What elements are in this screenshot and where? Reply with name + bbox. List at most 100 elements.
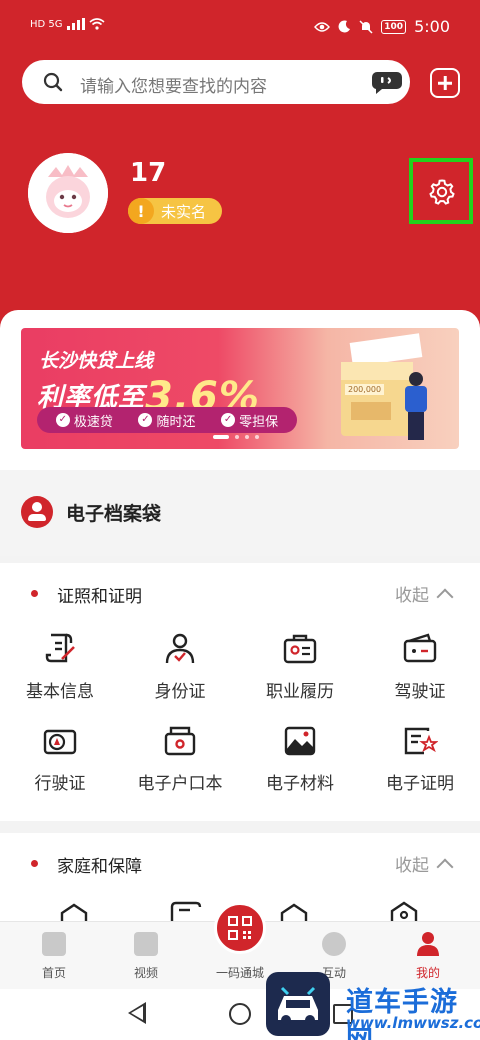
family-home-icon[interactable]	[280, 903, 308, 923]
clock: 5:00	[414, 17, 450, 36]
id-person-icon	[165, 633, 195, 664]
grid-item-basic-info[interactable]: 基本信息	[0, 631, 120, 711]
settings-button[interactable]	[409, 158, 473, 224]
family-card-icon[interactable]	[170, 901, 202, 923]
grid-item-vehicle-license[interactable]: 行驶证	[0, 723, 120, 803]
certificates-title: 证照和证明	[57, 587, 142, 607]
watermark-url: www.lmwwsz.com	[346, 1014, 480, 1032]
grid-item-label: 身份证	[154, 682, 206, 702]
banner-person-illustration	[403, 372, 429, 442]
certificates-panel: 证照和证明 收起 基本信息 身份证 职业履历 驾驶证 行驶证 电子户口本 电子材…	[0, 563, 480, 821]
grid-item-label: 驾驶证	[394, 682, 446, 702]
document-pen-icon	[45, 633, 75, 663]
tab-label: 首页	[41, 966, 66, 980]
battery-indicator: 100	[381, 19, 407, 34]
career-badge-icon	[283, 634, 317, 664]
verify-badge-label: 未实名	[161, 202, 207, 221]
pager-dot-active	[213, 435, 229, 439]
grid-item-label: 电子材料	[266, 774, 334, 794]
qr-code-icon	[228, 916, 252, 940]
certificate-icon	[404, 727, 438, 755]
grid-item-driver-license[interactable]: 驾驶证	[360, 631, 480, 711]
mascot-avatar-icon	[28, 153, 108, 233]
certificates-header: 证照和证明 收起	[0, 581, 480, 607]
banner-box-number: 200,000	[345, 384, 385, 395]
section-dot	[31, 590, 38, 597]
check-icon: ✓	[55, 413, 70, 427]
section-dot	[31, 860, 38, 867]
status-right: 100 5:00	[314, 17, 450, 36]
grid-item-materials[interactable]: 电子材料	[240, 723, 360, 803]
signal-icon	[66, 18, 85, 30]
search-placeholder: 请输入您想要查找的内容	[80, 77, 267, 97]
vehicle-license-icon	[43, 729, 77, 755]
driver-license-icon	[403, 633, 437, 663]
banner-feature-label: 随时还	[156, 414, 196, 430]
tab-label: 我的	[415, 966, 440, 980]
banner-feature: ✓ 随时还	[138, 411, 195, 430]
grid-item-label: 职业履历	[266, 682, 334, 702]
video-icon	[134, 932, 158, 956]
home-circle-icon[interactable]	[229, 1003, 251, 1025]
archive-title: 电子档案袋	[66, 503, 162, 525]
voice-assistant-icon[interactable]	[371, 69, 403, 95]
archive-header: 电子档案袋	[0, 470, 480, 556]
chevron-up-icon	[436, 588, 454, 605]
check-icon: ✓	[221, 413, 236, 427]
grid-item-label: 基本信息	[26, 682, 94, 702]
user-name: 17	[130, 158, 167, 188]
family-shield-icon[interactable]	[390, 901, 418, 923]
tab-video[interactable]: 视频	[98, 922, 194, 990]
pager-dot	[245, 435, 249, 439]
collapse-label: 收起	[395, 856, 429, 876]
mute-bell-icon	[359, 19, 373, 34]
promo-banner[interactable]: 长沙快贷上线 利率低至3.6% ✓ 极速贷 ✓ 随时还 ✓ 零担保 200,000	[21, 328, 459, 449]
qr-code-button[interactable]	[214, 902, 266, 954]
grid-item-id-card[interactable]: 身份证	[120, 631, 240, 711]
banner-features: ✓ 极速贷 ✓ 随时还 ✓ 零担保	[37, 407, 297, 433]
tab-home[interactable]: 首页	[6, 922, 102, 990]
household-book-icon	[164, 726, 196, 756]
collapse-button[interactable]: 收起	[395, 581, 454, 606]
banner-feature: ✓ 零担保	[221, 411, 278, 430]
chevron-up-icon	[436, 858, 454, 875]
pager-dot	[235, 435, 239, 439]
grid-item-label: 电子户口本	[137, 774, 223, 794]
tab-label: 视频	[133, 966, 158, 980]
grid-item-label: 行驶证	[34, 774, 86, 794]
home-icon	[42, 932, 66, 956]
wifi-icon	[88, 18, 105, 30]
gear-icon	[429, 179, 455, 205]
status-bar: HD 5G 100 5:00	[0, 0, 480, 56]
banner-feature-label: 零担保	[239, 414, 279, 430]
search-bar[interactable]: 请输入您想要查找的内容	[22, 60, 410, 104]
collapse-label: 收起	[395, 586, 429, 606]
eye-icon	[314, 21, 331, 32]
banner-box-slot	[351, 402, 391, 420]
avatar[interactable]	[28, 153, 108, 233]
grid-item-certificate[interactable]: 电子证明	[360, 723, 480, 803]
user-icon	[417, 932, 439, 956]
family-envelope-icon[interactable]	[60, 903, 88, 923]
grid-item-label: 电子证明	[386, 774, 454, 794]
verify-badge[interactable]: ! 未实名	[128, 198, 222, 224]
back-icon[interactable]	[128, 1002, 146, 1024]
collapse-button[interactable]: 收起	[395, 851, 454, 876]
watermark-logo	[266, 972, 330, 1036]
banner-feature: ✓ 极速贷	[55, 411, 113, 430]
grid-item-career[interactable]: 职业履历	[240, 631, 360, 711]
warning-icon: !	[128, 198, 154, 224]
archive-user-icon	[21, 496, 53, 528]
image-material-icon	[284, 726, 316, 756]
add-button[interactable]	[430, 68, 460, 98]
family-header: 家庭和保障 收起	[0, 851, 480, 877]
status-left: HD 5G	[30, 18, 105, 30]
check-icon: ✓	[138, 413, 153, 427]
grid-item-household-book[interactable]: 电子户口本	[120, 723, 240, 803]
search-icon	[43, 72, 63, 92]
pager-dot	[255, 435, 259, 439]
chat-icon	[322, 932, 346, 956]
network-indicator: HD 5G	[30, 18, 63, 30]
banner-feature-label: 极速贷	[73, 414, 113, 430]
moon-icon	[338, 20, 351, 33]
